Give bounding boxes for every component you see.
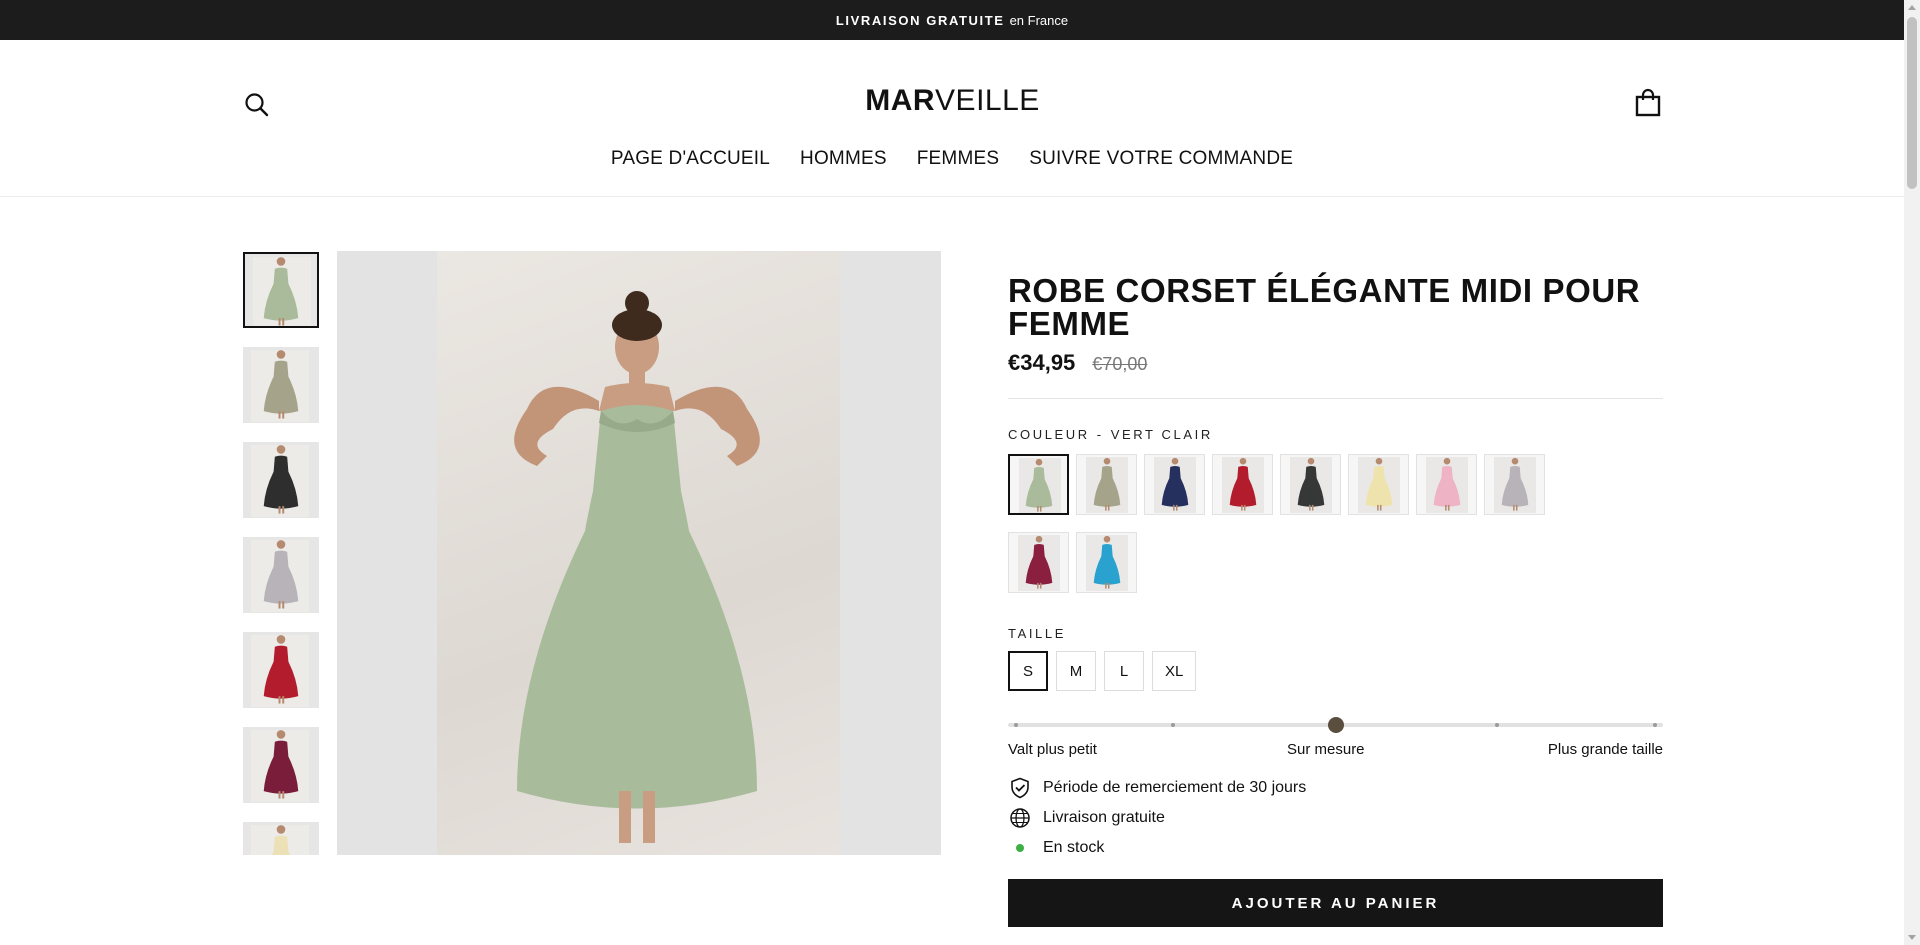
size-option[interactable]: XL (1152, 651, 1197, 691)
color-swatch[interactable] (1416, 454, 1477, 515)
size-options: S M L XL (1008, 651, 1663, 691)
size-label: TAILLE (1008, 626, 1066, 641)
price-row: €34,95 €70,00 (1008, 350, 1663, 376)
cart-icon[interactable] (1634, 88, 1662, 118)
product-features: Période de remerciement de 30 jours Livr… (1008, 773, 1663, 863)
color-swatch[interactable] (1076, 454, 1137, 515)
color-swatch[interactable] (1484, 454, 1545, 515)
color-swatch[interactable] (1144, 454, 1205, 515)
feature-shipping-text: Livraison gratuite (1043, 809, 1165, 826)
compare-price: €70,00 (1092, 354, 1148, 374)
gallery-thumbnail[interactable] (243, 822, 319, 855)
color-label-separator: - (1096, 427, 1104, 442)
fit-marker (1327, 717, 1344, 733)
fit-tick (1171, 723, 1175, 727)
shield-check-icon (1008, 776, 1032, 800)
fit-tick (1653, 723, 1657, 727)
feature-return: Période de remerciement de 30 jours (1008, 773, 1663, 803)
announcement-text: en France (1009, 12, 1069, 28)
gallery-thumbnail[interactable] (243, 347, 319, 423)
color-swatches (1008, 454, 1618, 610)
color-swatch[interactable] (1280, 454, 1341, 515)
gallery-thumbnail[interactable] (243, 632, 319, 708)
color-value: VERT CLAIR (1110, 427, 1213, 442)
in-stock-dot-icon (1008, 836, 1032, 860)
logo-light: VEILLE (935, 84, 1040, 117)
product-title: ROBE CORSET ÉLÉGANTE MIDI POUR FEMME (1008, 272, 1641, 342)
feature-return-text: Période de remerciement de 30 jours (1043, 779, 1307, 796)
logo-bold: MAR (865, 84, 936, 117)
feature-stock: En stock (1008, 833, 1663, 863)
fit-left-label: Valt plus petit (1008, 741, 1097, 758)
search-icon[interactable] (243, 91, 271, 119)
color-label-text: COULEUR (1008, 427, 1090, 442)
nav-men[interactable]: HOMMES (800, 148, 887, 170)
feature-stock-text: En stock (1043, 839, 1105, 856)
gallery-thumbnail[interactable] (243, 537, 319, 613)
scroll-thumb[interactable] (1907, 17, 1917, 189)
announcement-bar: LIVRAISON GRATUITE en France (0, 0, 1904, 40)
feature-shipping: Livraison gratuite (1008, 803, 1663, 833)
sale-price: €34,95 (1008, 350, 1076, 375)
gallery-thumbnail[interactable] (243, 252, 319, 328)
fit-center-label: Sur mesure (1287, 741, 1365, 758)
add-to-cart-button[interactable]: AJOUTER AU PANIER (1008, 879, 1663, 927)
site-logo[interactable]: MARVEILLE (700, 84, 1205, 118)
color-label: COULEUR - VERT CLAIR (1008, 427, 1663, 442)
size-option[interactable]: L (1104, 651, 1144, 691)
color-swatch[interactable] (1008, 454, 1069, 515)
nav-home[interactable]: PAGE D'ACCUEIL (611, 148, 770, 170)
scroll-up-icon[interactable] (1908, 5, 1916, 10)
color-swatch[interactable] (1212, 454, 1273, 515)
gallery-thumbnail[interactable] (243, 442, 319, 518)
site-header: MARVEILLE PAGE D'ACCUEIL HOMMES FEMMES S… (0, 40, 1904, 197)
nav-track-order[interactable]: SUIVRE VOTRE COMMANDE (1029, 148, 1293, 170)
main-navigation: PAGE D'ACCUEIL HOMMES FEMMES SUIVRE VOTR… (0, 148, 1904, 170)
gallery-thumbnail[interactable] (243, 727, 319, 803)
size-option[interactable]: S (1008, 651, 1048, 691)
dress-photo (514, 291, 760, 843)
fit-indicator: Valt plus petit Sur mesure Plus grande t… (1008, 709, 1663, 758)
fit-tick (1495, 723, 1499, 727)
page-scrollbar[interactable] (1904, 0, 1920, 945)
product-info: ROBE CORSET ÉLÉGANTE MIDI POUR FEMME €34… (1008, 274, 1663, 927)
divider (1008, 398, 1663, 399)
color-swatch[interactable] (1008, 532, 1069, 593)
thumbnail-strip (243, 252, 321, 855)
announcement-bold: LIVRAISON GRATUITE (835, 12, 1005, 28)
globe-icon (1008, 806, 1032, 830)
color-swatch[interactable] (1076, 532, 1137, 593)
scroll-down-icon[interactable] (1908, 935, 1916, 940)
size-option[interactable]: M (1056, 651, 1096, 691)
color-swatch[interactable] (1348, 454, 1409, 515)
fit-tick (1014, 723, 1018, 727)
main-product-image[interactable] (337, 251, 941, 855)
fit-right-label: Plus grande taille (1547, 741, 1663, 758)
nav-women[interactable]: FEMMES (917, 148, 999, 170)
